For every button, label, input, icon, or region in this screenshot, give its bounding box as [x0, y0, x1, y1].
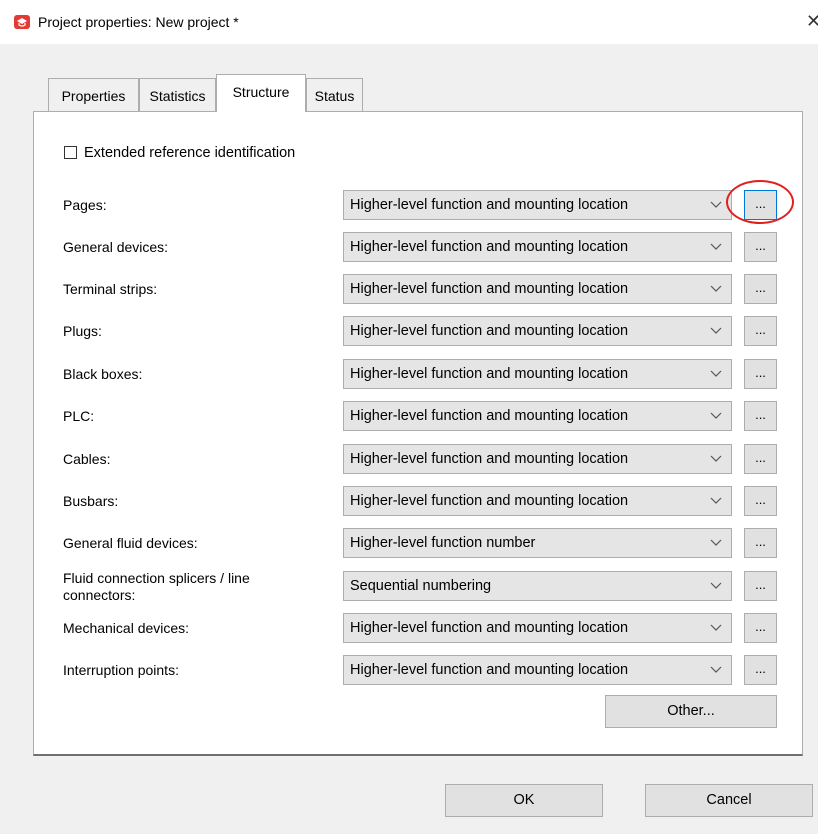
general-fluid-devices-dropdown[interactable]: Higher-level function number	[343, 528, 732, 558]
highlight-circle	[726, 180, 794, 224]
mechanical-devices-browse-button[interactable]: ...	[744, 613, 777, 643]
chevron-down-icon	[710, 285, 722, 292]
fluid-connection-splicers-line-connectors-label: Fluid connection splicers / line connect…	[63, 570, 250, 603]
tab-status[interactable]: Status	[306, 78, 363, 111]
pages-dropdown[interactable]: Higher-level function and mounting locat…	[343, 190, 732, 220]
plugs-dropdown-value: Higher-level function and mounting locat…	[350, 323, 629, 339]
black-boxes-dropdown-value: Higher-level function and mounting locat…	[350, 366, 629, 382]
extended-reference-label: Extended reference identification	[84, 145, 296, 161]
pages-label: Pages:	[63, 197, 107, 213]
chevron-down-icon	[710, 455, 722, 462]
ok-button[interactable]: OK	[445, 784, 603, 817]
plc-dropdown[interactable]: Higher-level function and mounting locat…	[343, 401, 732, 431]
general-devices-browse-button[interactable]: ...	[744, 232, 777, 262]
busbars-dropdown-value: Higher-level function and mounting locat…	[350, 493, 629, 509]
busbars-browse-button[interactable]: ...	[744, 486, 777, 516]
chevron-down-icon	[710, 412, 722, 419]
interruption-points-browse-button[interactable]: ...	[744, 655, 777, 685]
chevron-down-icon	[710, 666, 722, 673]
chevron-down-icon	[710, 243, 722, 250]
black-boxes-dropdown[interactable]: Higher-level function and mounting locat…	[343, 359, 732, 389]
plugs-dropdown[interactable]: Higher-level function and mounting locat…	[343, 316, 732, 346]
interruption-points-dropdown-value: Higher-level function and mounting locat…	[350, 662, 629, 678]
plc-browse-button[interactable]: ...	[744, 401, 777, 431]
interruption-points-label: Interruption points:	[63, 662, 179, 678]
cancel-button[interactable]: Cancel	[645, 784, 813, 817]
chevron-down-icon	[710, 539, 722, 546]
mechanical-devices-dropdown-value: Higher-level function and mounting locat…	[350, 620, 629, 636]
general-fluid-devices-label: General fluid devices:	[63, 535, 198, 551]
terminal-strips-dropdown-value: Higher-level function and mounting locat…	[350, 281, 629, 297]
chevron-down-icon	[710, 624, 722, 631]
busbars-dropdown[interactable]: Higher-level function and mounting locat…	[343, 486, 732, 516]
general-devices-label: General devices:	[63, 239, 169, 255]
window-title: Project properties: New project *	[38, 14, 239, 30]
cables-label: Cables:	[63, 451, 111, 467]
chevron-down-icon	[710, 370, 722, 377]
cables-dropdown[interactable]: Higher-level function and mounting locat…	[343, 444, 732, 474]
fluid-connection-splicers-line-connectors-browse-button[interactable]: ...	[744, 571, 777, 601]
terminal-strips-browse-button[interactable]: ...	[744, 274, 777, 304]
plugs-label: Plugs:	[63, 323, 102, 339]
pages-dropdown-value: Higher-level function and mounting locat…	[350, 197, 629, 213]
plc-dropdown-value: Higher-level function and mounting locat…	[350, 408, 629, 424]
general-devices-dropdown[interactable]: Higher-level function and mounting locat…	[343, 232, 732, 262]
general-fluid-devices-dropdown-value: Higher-level function number	[350, 535, 536, 551]
black-boxes-browse-button[interactable]: ...	[744, 359, 777, 389]
fluid-connection-splicers-line-connectors-dropdown-value: Sequential numbering	[350, 578, 492, 594]
fluid-connection-splicers-line-connectors-dropdown[interactable]: Sequential numbering	[343, 571, 732, 601]
plc-label: PLC:	[63, 408, 95, 424]
cables-dropdown-value: Higher-level function and mounting locat…	[350, 451, 629, 467]
cables-browse-button[interactable]: ...	[744, 444, 777, 474]
extended-reference-checkbox[interactable]	[64, 146, 77, 159]
busbars-label: Busbars:	[63, 493, 119, 509]
close-icon[interactable]: ✕	[806, 11, 818, 32]
general-fluid-devices-browse-button[interactable]: ...	[744, 528, 777, 558]
chevron-down-icon	[710, 327, 722, 334]
black-boxes-label: Black boxes:	[63, 366, 143, 382]
mechanical-devices-dropdown[interactable]: Higher-level function and mounting locat…	[343, 613, 732, 643]
terminal-strips-label: Terminal strips:	[63, 281, 158, 297]
title-bar: Project properties: New project * ✕	[0, 0, 818, 44]
app-icon	[14, 15, 30, 29]
general-devices-dropdown-value: Higher-level function and mounting locat…	[350, 239, 629, 255]
interruption-points-dropdown[interactable]: Higher-level function and mounting locat…	[343, 655, 732, 685]
mechanical-devices-label: Mechanical devices:	[63, 620, 190, 636]
other-button[interactable]: Other...	[605, 695, 777, 728]
tab-structure[interactable]: Structure	[216, 74, 306, 112]
tab-statistics[interactable]: Statistics	[139, 78, 216, 111]
chevron-down-icon	[710, 582, 722, 589]
chevron-down-icon	[710, 201, 722, 208]
tab-properties[interactable]: Properties	[48, 78, 139, 111]
chevron-down-icon	[710, 497, 722, 504]
plugs-browse-button[interactable]: ...	[744, 316, 777, 346]
terminal-strips-dropdown[interactable]: Higher-level function and mounting locat…	[343, 274, 732, 304]
